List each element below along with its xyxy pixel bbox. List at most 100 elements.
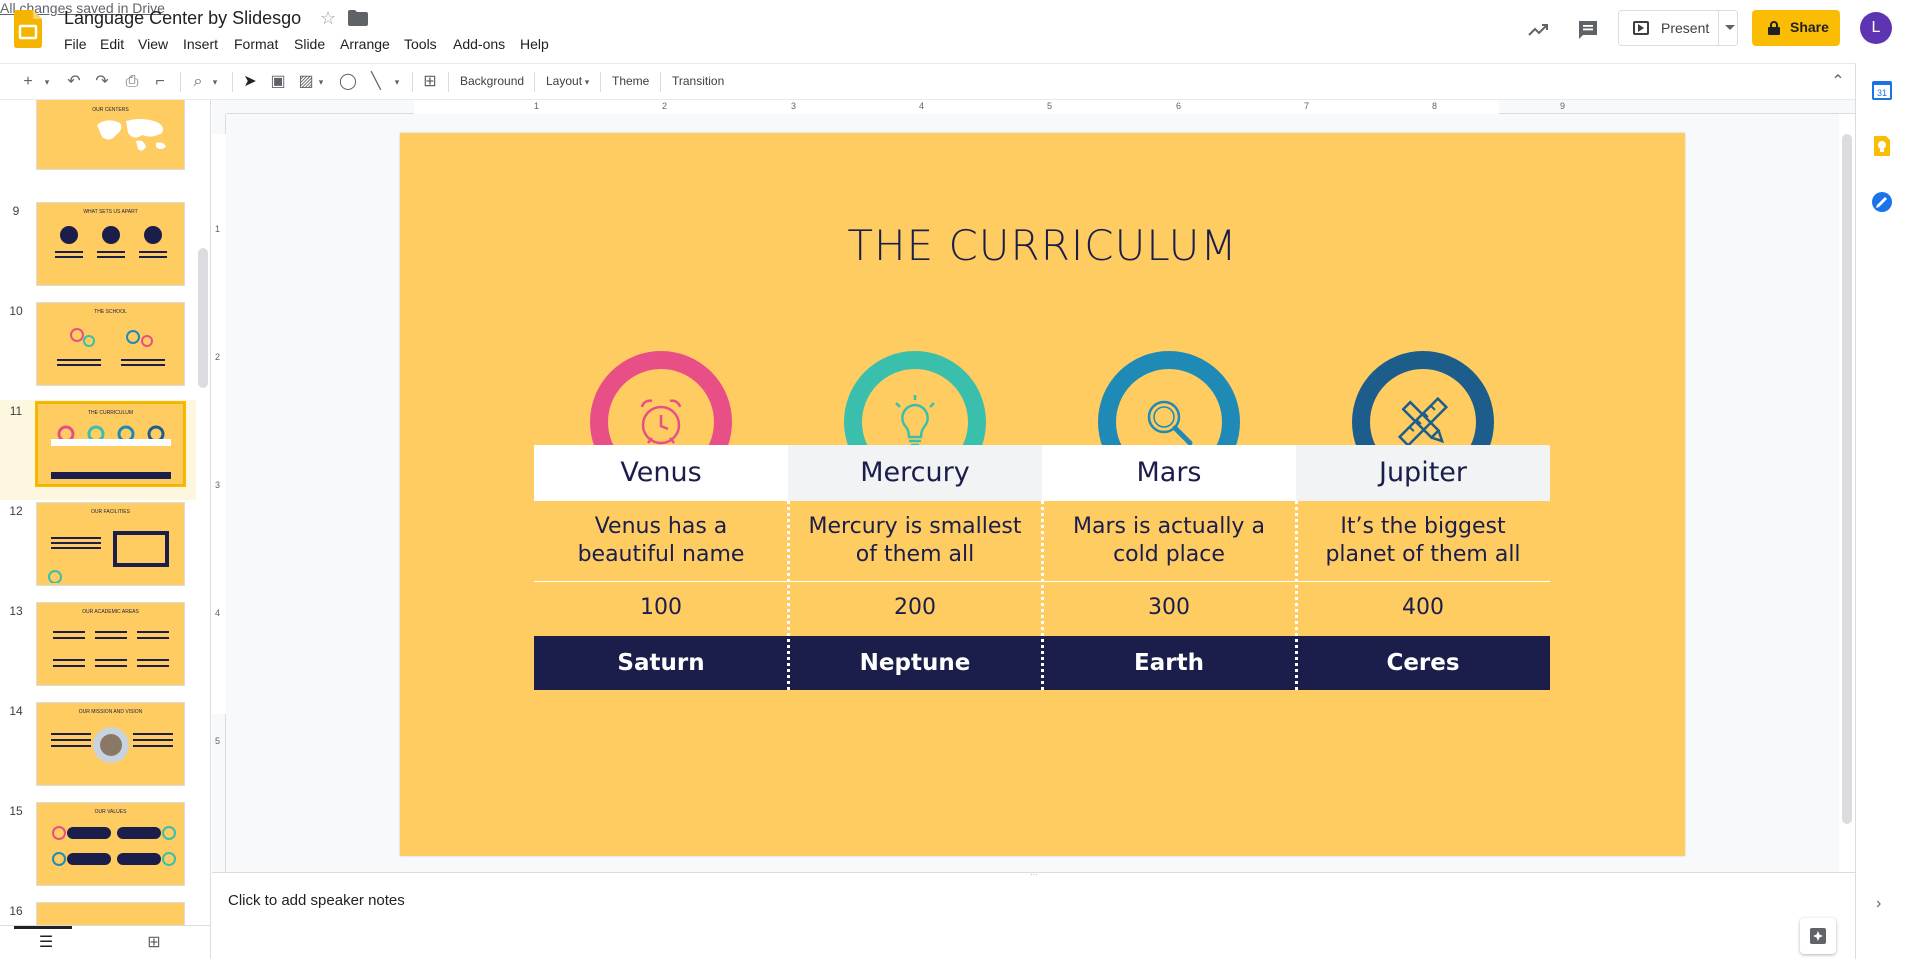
slide-thumbnail[interactable]: OUR FACILITIES — [36, 502, 185, 586]
menu-tools[interactable]: Tools — [404, 36, 437, 52]
grid-view-icon[interactable]: ⊞ — [144, 932, 164, 952]
filmstrip-scrollbar[interactable] — [196, 100, 210, 925]
menu-insert[interactable]: Insert — [183, 36, 218, 52]
menu-help[interactable]: Help — [520, 36, 549, 52]
new-slide-plus-icon[interactable]: + — [18, 72, 38, 92]
thumbnail-title: OUR MISSION AND VISION — [78, 709, 143, 715]
zoom-icon[interactable]: ⌕ — [188, 72, 208, 92]
column-value[interactable]: 200 — [788, 595, 1042, 620]
share-button[interactable]: Share — [1752, 10, 1840, 46]
slide-thumbnail[interactable]: OUR VALUES — [36, 802, 185, 886]
pencil-ruler-icon — [1397, 396, 1449, 448]
select-cursor-icon[interactable]: ➤ — [240, 72, 260, 92]
column-description[interactable]: Venus has a beautiful name — [534, 513, 788, 569]
canvas-scrollbar-thumb[interactable] — [1842, 134, 1852, 824]
slide-thumbnail[interactable]: THE SCHOOL — [36, 302, 185, 386]
menu-edit[interactable]: Edit — [100, 36, 124, 52]
toolbar-separator — [600, 72, 601, 92]
layout-button[interactable]: Layout — [546, 74, 582, 88]
column-footer[interactable]: Ceres — [1296, 636, 1550, 690]
slide-thumbnail-current[interactable]: THE CURRICULUM — [36, 402, 185, 486]
theme-button[interactable]: Theme — [612, 74, 649, 88]
column-header-jupiter[interactable]: Jupiter — [1296, 445, 1550, 501]
line-dropdown-icon[interactable]: ▾ — [392, 72, 402, 92]
folder-icon[interactable] — [348, 10, 368, 26]
column-footer[interactable]: Earth — [1042, 636, 1296, 690]
line-icon[interactable]: ╲ — [366, 72, 386, 92]
column-value[interactable]: 100 — [534, 595, 788, 620]
current-slide[interactable]: THE CURRICULUM Venus Mercury Mars Jupite… — [400, 133, 1685, 856]
thumbnail-row-16[interactable]: 16 — [0, 900, 196, 925]
background-button[interactable]: Background — [460, 74, 524, 88]
comments-icon[interactable] — [1576, 18, 1600, 42]
transition-button[interactable]: Transition — [672, 74, 724, 88]
canvas-scrollbar[interactable] — [1839, 114, 1855, 872]
add-comment-icon[interactable]: ⊞ — [420, 72, 440, 92]
print-icon[interactable]: ⎙ — [122, 72, 142, 92]
menu-format[interactable]: Format — [234, 36, 278, 52]
column-footer[interactable]: Saturn — [534, 636, 788, 690]
thumbnail-row-9[interactable]: 9 WHAT SETS US APART — [0, 200, 196, 300]
slide-thumbnail[interactable]: OUR ACADEMIC AREAS — [36, 602, 185, 686]
column-footer[interactable]: Neptune — [788, 636, 1042, 690]
speaker-notes-panel[interactable]: ··· Click to add speaker notes — [212, 871, 1855, 959]
menu-file[interactable]: File — [64, 36, 87, 52]
shape-icon[interactable]: ◯ — [338, 72, 358, 92]
speaker-notes-placeholder[interactable]: Click to add speaker notes — [228, 892, 405, 909]
column-description[interactable]: Mars is actually a cold place — [1042, 513, 1296, 569]
undo-icon[interactable]: ↶ — [64, 72, 84, 92]
expand-side-panel-chevron-icon[interactable]: › — [1876, 895, 1890, 913]
menu-slide[interactable]: Slide — [294, 36, 325, 52]
collapse-toolbar-chevron-up-icon[interactable]: ⌃ — [1828, 72, 1848, 92]
activity-trend-icon[interactable] — [1526, 18, 1550, 42]
thumbnail-row-12[interactable]: 12 OUR FACILITIES — [0, 500, 196, 600]
column-header-venus[interactable]: Venus — [534, 445, 788, 501]
column-description[interactable]: Mercury is smallest of them all — [788, 513, 1042, 569]
account-avatar[interactable]: L — [1860, 12, 1892, 44]
thumbnail-row-14[interactable]: 14 OUR MISSION AND VISION — [0, 700, 196, 800]
layout-dropdown-icon[interactable]: ▾ — [582, 72, 592, 92]
thumbnail-row-11-active[interactable]: 11 THE CURRICULUM — [0, 400, 196, 500]
slide-thumbnail-world-map[interactable]: OUR CENTERS — [36, 100, 185, 170]
explore-button[interactable] — [1800, 918, 1836, 954]
thumbnail-title: WHAT SETS US APART — [83, 209, 138, 215]
slide-title[interactable]: THE CURRICULUM — [400, 221, 1685, 270]
slide-thumbnail[interactable] — [36, 902, 185, 925]
column-header-mercury[interactable]: Mercury — [788, 445, 1042, 501]
insert-image-icon[interactable]: ▨ — [296, 72, 316, 92]
text-box-icon[interactable]: ▣ — [268, 72, 288, 92]
share-label: Share — [1790, 19, 1829, 35]
redo-icon[interactable]: ↷ — [92, 72, 112, 92]
filmstrip-scrollbar-thumb[interactable] — [198, 248, 208, 388]
slide-thumbnail[interactable]: WHAT SETS US APART — [36, 202, 185, 286]
paint-format-icon[interactable]: ⌐ — [150, 72, 170, 92]
document-title[interactable]: Language Center by Slidesgo — [64, 8, 301, 29]
present-dropdown-chevron-icon[interactable] — [1718, 10, 1740, 46]
thumbnail-row-8-visible[interactable]: OUR CENTERS — [0, 100, 196, 200]
calendar-icon[interactable]: 31 — [1871, 79, 1893, 101]
star-icon[interactable]: ☆ — [320, 8, 336, 29]
column-value[interactable]: 400 — [1296, 595, 1550, 620]
column-description[interactable]: It’s the biggest planet of them all — [1296, 513, 1550, 569]
slides-logo-icon[interactable] — [14, 10, 42, 48]
thumbnail-row-10[interactable]: 10 THE SCHOOL — [0, 300, 196, 400]
menu-arrange[interactable]: Arrange — [340, 36, 390, 52]
tasks-icon[interactable] — [1871, 191, 1893, 213]
keep-icon[interactable] — [1871, 135, 1893, 157]
vertical-ruler[interactable]: 1 2 3 4 5 — [212, 114, 226, 872]
menu-addons[interactable]: Add-ons — [453, 36, 505, 52]
image-dropdown-icon[interactable]: ▾ — [316, 72, 326, 92]
thumbnail-row-13[interactable]: 13 OUR ACADEMIC AREAS — [0, 600, 196, 700]
list-view-icon[interactable]: ☰ — [36, 932, 56, 952]
world-map-icon — [97, 119, 166, 151]
menu-view[interactable]: View — [138, 36, 168, 52]
notes-resize-handle[interactable]: ··· — [1030, 871, 1040, 879]
thumbnail-row-15[interactable]: 15 OUR VALUES — [0, 800, 196, 900]
column-value[interactable]: 300 — [1042, 595, 1296, 620]
column-header-mars[interactable]: Mars — [1042, 445, 1296, 501]
zoom-dropdown-icon[interactable]: ▾ — [210, 72, 220, 92]
horizontal-ruler[interactable]: 1 2 3 4 5 6 7 8 9 — [226, 100, 1855, 114]
new-slide-dropdown-icon[interactable]: ▾ — [42, 72, 52, 92]
explore-sparkle-icon — [1810, 928, 1826, 944]
slide-thumbnail[interactable]: OUR MISSION AND VISION — [36, 702, 185, 786]
